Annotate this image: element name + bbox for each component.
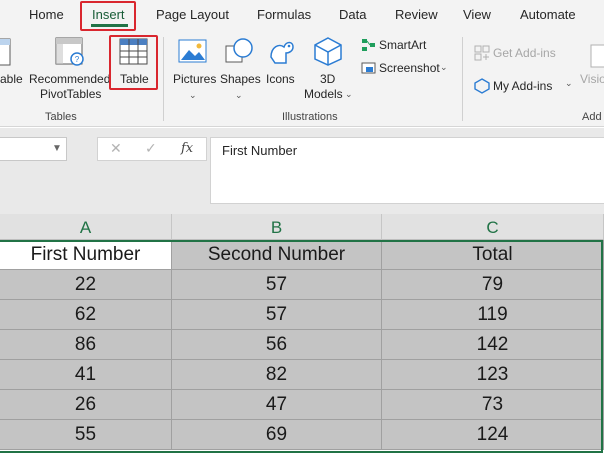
table-cell[interactable]: 55: [0, 420, 172, 450]
smartart-icon[interactable]: [361, 38, 377, 52]
table-cell[interactable]: 73: [382, 390, 604, 420]
insert-function-icon[interactable]: fx: [181, 141, 193, 156]
table-cell[interactable]: 62: [0, 300, 172, 330]
table-cell[interactable]: 47: [172, 390, 382, 420]
pivottable-label[interactable]: able: [0, 72, 23, 86]
table-cell[interactable]: 124: [382, 420, 604, 450]
tab-view[interactable]: View: [463, 7, 491, 22]
shapes-icon[interactable]: [224, 36, 254, 66]
cancel-icon[interactable]: ✕: [110, 140, 122, 157]
screenshot-label[interactable]: Screenshot: [379, 61, 440, 75]
tab-formulas[interactable]: Formulas: [257, 7, 311, 22]
table-cell[interactable]: 57: [172, 300, 382, 330]
header-cell-total[interactable]: Total: [382, 240, 604, 270]
worksheet-grid: First Number Second Number Total 22 57 7…: [0, 240, 604, 456]
table-cell[interactable]: 69: [172, 420, 382, 450]
header-cell-second-number[interactable]: Second Number: [172, 240, 382, 270]
svg-text:?: ?: [75, 55, 80, 64]
recommended-pivottables-label-1[interactable]: Recommended: [29, 72, 110, 86]
icons-icon[interactable]: [266, 37, 296, 67]
enter-check-icon[interactable]: ✓: [145, 140, 157, 157]
pictures-dropdown-icon[interactable]: ⌄: [189, 90, 197, 101]
screenshot-dropdown-icon[interactable]: ⌄: [440, 62, 448, 73]
tab-page-layout[interactable]: Page Layout: [156, 7, 229, 22]
formula-input[interactable]: First Number: [210, 137, 604, 204]
table-cell[interactable]: 56: [172, 330, 382, 360]
recommended-pivottables-label-2[interactable]: PivotTables: [40, 87, 101, 101]
visio-label[interactable]: Visio: [580, 72, 604, 86]
shapes-dropdown-icon[interactable]: ⌄: [235, 90, 243, 101]
shapes-label[interactable]: Shapes: [220, 72, 261, 86]
recommended-pivottables-icon[interactable]: ?: [55, 37, 87, 67]
3d-models-label-2[interactable]: Models: [304, 87, 343, 101]
my-addins-label[interactable]: My Add-ins: [493, 79, 552, 93]
3d-models-label-1[interactable]: 3D: [320, 72, 335, 86]
table-cell[interactable]: 26: [0, 390, 172, 420]
my-addins-icon[interactable]: [474, 78, 490, 94]
group-separator-2: [462, 37, 463, 121]
group-separator: [163, 37, 164, 121]
table-cell[interactable]: 86: [0, 330, 172, 360]
formula-text: First Number: [222, 143, 298, 158]
get-addins-label[interactable]: Get Add-ins: [493, 46, 556, 60]
name-box-dropdown-icon[interactable]: ▼: [52, 143, 62, 154]
column-header-b[interactable]: B: [172, 214, 382, 240]
tab-data[interactable]: Data: [339, 7, 366, 22]
table-cell[interactable]: 123: [382, 360, 604, 390]
3d-models-icon[interactable]: [313, 36, 343, 66]
tables-group-label: Tables: [45, 111, 77, 123]
table-cell[interactable]: 57: [172, 270, 382, 300]
formula-buttons: ✕ ✓ fx: [97, 137, 207, 161]
table-cell[interactable]: 22: [0, 270, 172, 300]
name-box[interactable]: ▼: [0, 137, 67, 161]
table-cell[interactable]: 142: [382, 330, 604, 360]
formula-bar-area: ▼ ✕ ✓ fx First Number: [0, 128, 604, 214]
table-cell[interactable]: 119: [382, 300, 604, 330]
header-cell-first-number[interactable]: First Number: [0, 240, 172, 270]
table-cell[interactable]: 79: [382, 270, 604, 300]
addins-group-label: Add: [582, 111, 602, 123]
table-button-highlight: [109, 35, 158, 90]
pictures-icon[interactable]: [178, 39, 208, 65]
table-cell[interactable]: 41: [0, 360, 172, 390]
icons-label[interactable]: Icons: [266, 72, 295, 86]
tab-home[interactable]: Home: [29, 7, 64, 22]
pivot-table-icon[interactable]: [0, 37, 14, 67]
column-header-a[interactable]: A: [0, 214, 172, 240]
pictures-label[interactable]: Pictures: [173, 72, 216, 86]
insert-tab-highlight: [80, 1, 136, 31]
get-addins-icon[interactable]: [474, 45, 490, 61]
screenshot-icon[interactable]: [361, 61, 377, 75]
table-cell[interactable]: 82: [172, 360, 382, 390]
3d-models-dropdown-icon[interactable]: ⌄: [345, 89, 353, 100]
ribbon: able ? Recommended PivotTables Table Tab…: [0, 31, 604, 127]
tab-review[interactable]: Review: [395, 7, 438, 22]
tab-automate[interactable]: Automate: [520, 7, 576, 22]
visio-icon[interactable]: [589, 43, 604, 69]
column-header-c[interactable]: C: [382, 214, 604, 240]
smartart-label[interactable]: SmartArt: [379, 38, 426, 52]
my-addins-dropdown-icon[interactable]: ⌄: [565, 78, 573, 89]
illustrations-group-label: Illustrations: [282, 111, 338, 123]
